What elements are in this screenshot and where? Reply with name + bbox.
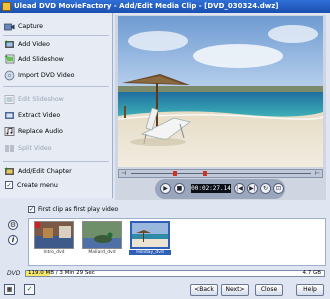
dvd-import-icon bbox=[4, 70, 15, 81]
app-window: Ulead DVD MovieFactory - Add/Edit Media … bbox=[0, 0, 330, 299]
film-add-icon: + bbox=[4, 39, 15, 50]
clip-image bbox=[34, 221, 74, 249]
clip-image bbox=[82, 221, 122, 249]
timecode-display: 00:02:27.14 bbox=[191, 184, 231, 193]
create-menu-label: Create menu bbox=[17, 181, 58, 189]
divider bbox=[3, 161, 109, 162]
disc-usage: DVD 119.0 MB / 3 Min 29 Sec 4.7 GB bbox=[7, 270, 326, 278]
sidebar-item-add-edit-chapter[interactable]: + Add/Edit Chapter bbox=[4, 164, 110, 178]
create-menu-option[interactable]: ✓ Create menu bbox=[4, 178, 110, 192]
disc-usage-meter: 119.0 MB / 3 Min 29 Sec 4.7 GB bbox=[25, 270, 325, 277]
mark-in-handle[interactable] bbox=[173, 171, 177, 176]
scrub-track bbox=[131, 173, 311, 174]
sidebar-item-label: Capture bbox=[18, 22, 44, 30]
repeat-button[interactable]: ↻ bbox=[260, 183, 271, 194]
svg-text:+: + bbox=[4, 166, 9, 173]
divider bbox=[3, 35, 109, 36]
previous-button[interactable]: |◀ bbox=[234, 183, 245, 194]
extract-icon bbox=[4, 110, 15, 121]
play-button[interactable]: ▶ bbox=[160, 183, 171, 194]
app-icon bbox=[2, 2, 11, 11]
sidebar-item-label: Extract Video bbox=[18, 111, 61, 119]
divider bbox=[3, 86, 109, 87]
sidebar-item-label: Edit Slideshow bbox=[18, 95, 64, 103]
clip-thumbnail-mallard[interactable]: Mallard_dvd bbox=[81, 221, 123, 261]
camera-icon bbox=[4, 21, 15, 32]
info-icon[interactable]: i bbox=[8, 235, 18, 245]
sidebar-item-add-video[interactable]: + Add Video bbox=[4, 37, 110, 51]
chapter-icon: + bbox=[4, 166, 15, 177]
disc-usage-text: 119.0 MB / 3 Min 29 Sec bbox=[28, 270, 95, 276]
sidebar-item-label: Import DVD Video bbox=[18, 71, 75, 79]
audio-icon bbox=[4, 126, 15, 137]
next-step-button[interactable]: Next> bbox=[221, 284, 249, 296]
slideshow-edit-icon bbox=[4, 94, 15, 105]
sidebar-item-label: Add Slideshow bbox=[18, 55, 64, 63]
timeline-scrubber[interactable]: ⊣ ⊢ bbox=[118, 169, 323, 178]
sidebar: Capture + Add Video + Add Slideshow Impo… bbox=[0, 13, 113, 198]
clip-thumbnail-holiday[interactable]: Holiday_dvd bbox=[129, 221, 171, 261]
sidebar-item-split-video[interactable]: Split Video bbox=[4, 141, 110, 155]
sidebar-item-import-dvd-video[interactable]: Import DVD Video bbox=[4, 68, 110, 82]
sidebar-item-capture[interactable]: Capture bbox=[4, 19, 110, 33]
settings-icon[interactable]: ⚙ bbox=[8, 220, 18, 230]
svg-text:+: + bbox=[4, 54, 9, 61]
first-clip-checkbox[interactable]: ✓ bbox=[28, 206, 35, 213]
back-button[interactable]: <Back bbox=[190, 284, 218, 296]
sidebar-item-label: Add/Edit Chapter bbox=[18, 167, 72, 175]
window-title: Ulead DVD MovieFactory - Add/Edit Media … bbox=[14, 2, 279, 10]
first-clip-option[interactable]: ✓ First clip as first play video bbox=[28, 206, 118, 213]
disc-capacity: 4.7 GB bbox=[302, 270, 321, 276]
checkmark-icon[interactable]: ✓ bbox=[24, 284, 35, 295]
split-icon bbox=[4, 143, 15, 154]
slideshow-add-icon: + bbox=[4, 54, 15, 65]
clip-image bbox=[130, 221, 170, 249]
sidebar-item-add-slideshow[interactable]: + Add Slideshow bbox=[4, 52, 110, 66]
fullscreen-button[interactable]: ⊡ bbox=[273, 183, 284, 194]
project-settings-icon[interactable]: ▦ bbox=[4, 284, 15, 295]
sidebar-item-replace-audio[interactable]: Replace Audio bbox=[4, 124, 110, 138]
sidebar-item-extract-video[interactable]: Extract Video bbox=[4, 108, 110, 122]
svg-text:+: + bbox=[4, 39, 9, 46]
sidebar-item-label: Split Video bbox=[18, 144, 52, 152]
video-preview bbox=[118, 16, 323, 167]
disc-label: DVD bbox=[7, 270, 21, 277]
scrub-left-icon[interactable]: ⊣ bbox=[121, 170, 126, 177]
clip-list: Intro_dvd Mallard_dvd Holiday_dvd bbox=[28, 218, 326, 266]
sidebar-item-edit-slideshow[interactable]: Edit Slideshow bbox=[4, 92, 110, 106]
close-button[interactable]: Close bbox=[255, 284, 283, 296]
preview-panel: ⊣ ⊢ ▶ ■ 00:02:27.14 |◀ ▶| ↻ ⊡ bbox=[115, 15, 326, 200]
sidebar-item-label: Add Video bbox=[18, 40, 50, 48]
title-bar: Ulead DVD MovieFactory - Add/Edit Media … bbox=[0, 0, 330, 13]
scrub-right-icon[interactable]: ⊢ bbox=[315, 170, 320, 177]
clip-caption: Mallard_dvd bbox=[88, 250, 116, 255]
playback-controls: ▶ ■ 00:02:27.14 |◀ ▶| ↻ ⊡ bbox=[155, 179, 285, 199]
clip-caption: Holiday_dvd bbox=[129, 250, 171, 255]
clip-caption: Intro_dvd bbox=[43, 250, 65, 255]
first-clip-label: First clip as first play video bbox=[38, 206, 119, 213]
help-button[interactable]: Help bbox=[296, 284, 324, 296]
bottom-panel: ✓ First clip as first play video ⚙ i Int… bbox=[0, 200, 330, 299]
mark-out-handle[interactable] bbox=[203, 171, 207, 176]
stop-button[interactable]: ■ bbox=[174, 183, 185, 194]
sidebar-item-label: Replace Audio bbox=[18, 127, 63, 135]
next-button[interactable]: ▶| bbox=[247, 183, 258, 194]
create-menu-checkbox[interactable]: ✓ bbox=[5, 180, 14, 190]
clip-thumbnail-intro[interactable]: Intro_dvd bbox=[33, 221, 75, 261]
